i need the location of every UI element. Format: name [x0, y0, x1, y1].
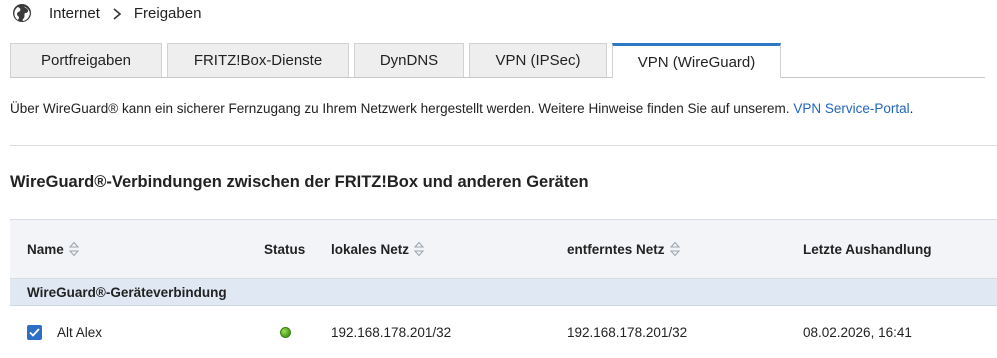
column-local-network[interactable]: lokales Netz — [331, 220, 425, 278]
group-header: WireGuard®-Geräteverbindung — [10, 279, 997, 306]
table-header: Name Status lokales Netz entferntes Netz… — [10, 219, 997, 279]
row-last-handshake: 08.02.2026, 16:41 — [803, 324, 912, 340]
tab-bar-divider — [10, 77, 985, 78]
column-last-handshake: Letzte Aushandlung — [803, 220, 932, 278]
breadcrumb: Internet Freigaben — [12, 0, 201, 26]
breadcrumb-section[interactable]: Internet — [49, 5, 100, 22]
row-local-network: 192.168.178.201/32 — [331, 324, 452, 340]
vpn-service-portal-link[interactable]: VPN Service-Portal — [793, 101, 909, 116]
row-status-cell — [280, 306, 291, 358]
divider — [10, 145, 997, 146]
sort-icon[interactable] — [68, 241, 79, 257]
sort-icon[interactable] — [669, 241, 680, 257]
sort-icon[interactable] — [413, 241, 425, 257]
intro-text: Über WireGuard® kann ein sicherer Fernzu… — [10, 101, 913, 116]
table-row[interactable]: Alt Alex 192.168.178.201/32 192.168.178.… — [10, 306, 997, 358]
tab-fritzbox-dienste[interactable]: FRITZ!Box-Dienste — [167, 43, 349, 77]
checkmark-icon — [29, 327, 40, 337]
tab-portfreigaben[interactable]: Portfreigaben — [10, 43, 162, 77]
intro-end: . — [909, 101, 914, 116]
row-name: Alt Alex — [57, 324, 103, 340]
tab-bar: Portfreigaben FRITZ!Box-Dienste DynDNS V… — [10, 43, 997, 78]
column-local-label: lokales Netz — [331, 241, 410, 257]
globe-icon — [12, 3, 32, 23]
column-remote-label: entferntes Netz — [567, 241, 665, 257]
column-name[interactable]: Name — [27, 220, 79, 278]
column-status: Status — [264, 220, 305, 278]
column-status-label: Status — [264, 241, 306, 257]
status-online-icon — [280, 326, 291, 338]
section-title: WireGuard®-Verbindungen zwischen der FRI… — [10, 173, 589, 191]
tab-vpn-wireguard[interactable]: VPN (WireGuard) — [612, 43, 781, 78]
wireguard-table: Name Status lokales Netz entferntes Netz… — [10, 219, 997, 358]
row-name-cell: Alt Alex — [27, 306, 102, 358]
column-remote-network[interactable]: entferntes Netz — [567, 220, 680, 278]
enable-checkbox[interactable] — [27, 324, 42, 340]
column-last-label: Letzte Aushandlung — [803, 241, 932, 257]
intro-body: Über WireGuard® kann ein sicherer Fernzu… — [10, 101, 794, 116]
breadcrumb-page: Freigaben — [133, 4, 202, 22]
row-remote-network: 192.168.178.201/32 — [567, 324, 688, 340]
chevron-right-icon — [112, 7, 122, 20]
tab-vpn-ipsec[interactable]: VPN (IPSec) — [469, 43, 607, 77]
column-name-label: Name — [27, 241, 64, 257]
tab-dyndns[interactable]: DynDNS — [354, 43, 464, 77]
